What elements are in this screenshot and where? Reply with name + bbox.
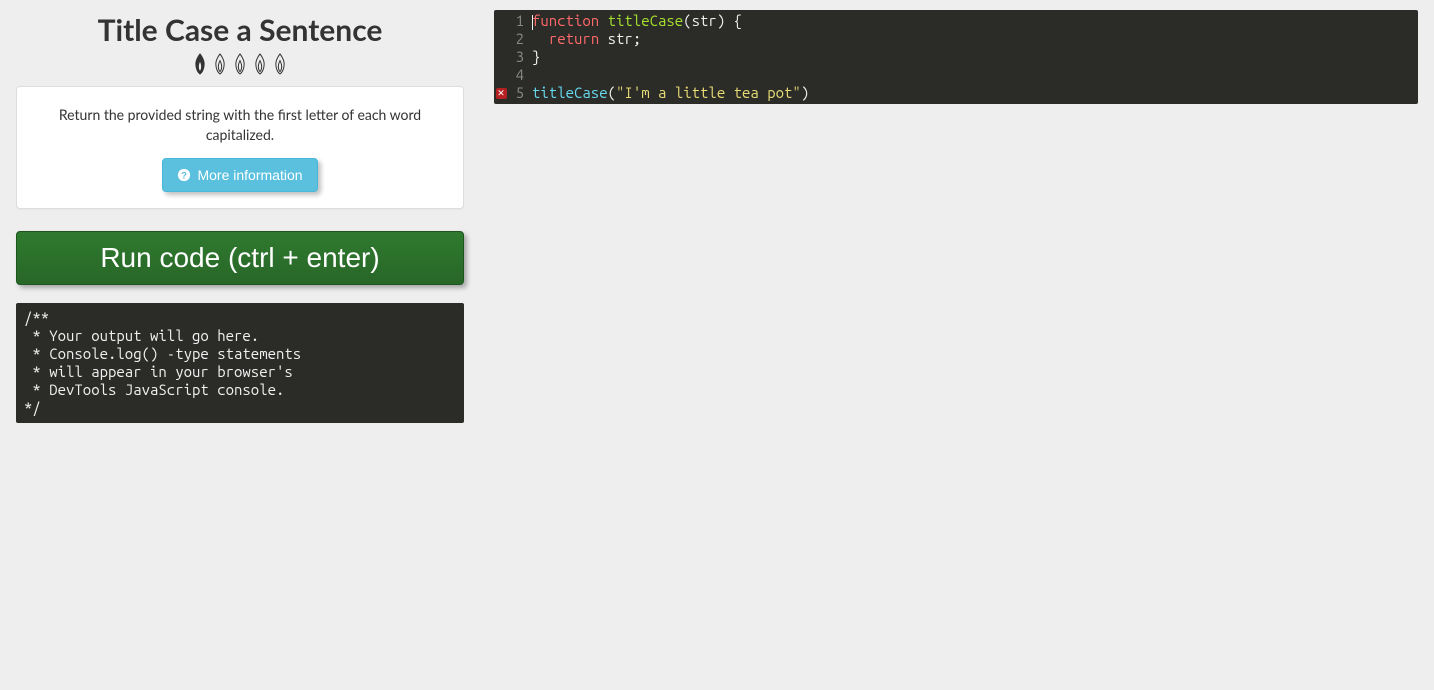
gutter-marker: ✕ — [494, 84, 508, 102]
code-token — [532, 30, 549, 47]
code-token: } — [532, 48, 540, 65]
code-token: ( — [683, 12, 691, 29]
code-content[interactable]: return str; — [528, 30, 641, 48]
code-token: "I'm a little tea pot" — [616, 84, 801, 101]
code-token: str — [608, 30, 633, 47]
code-content[interactable]: function titleCase(str) { — [528, 12, 742, 30]
code-token: return — [549, 30, 608, 47]
code-token: ( — [608, 84, 616, 101]
code-content[interactable]: } — [528, 48, 540, 66]
svg-text:?: ? — [182, 171, 188, 182]
code-token: ; — [633, 30, 641, 47]
code-content[interactable]: titleCase("I'm a little tea pot") — [528, 84, 809, 102]
help-icon: ? — [177, 168, 191, 182]
challenge-title: Title Case a Sentence — [16, 12, 464, 48]
difficulty-flames — [16, 52, 464, 76]
code-editor[interactable]: 1function titleCase(str) {2 return str;3… — [494, 10, 1418, 104]
description-panel: Return the provided string with the firs… — [16, 86, 464, 209]
line-number: 5 — [508, 84, 528, 102]
run-code-button[interactable]: Run code (ctrl + enter) — [16, 231, 464, 285]
flame-icon — [250, 52, 270, 76]
code-line[interactable]: 4 — [494, 66, 1418, 84]
line-number: 2 — [508, 30, 528, 48]
output-console: /** * Your output will go here. * Consol… — [16, 303, 464, 423]
flame-icon — [230, 52, 250, 76]
code-token: ) { — [717, 12, 742, 29]
flame-icon — [270, 52, 290, 76]
error-icon: ✕ — [496, 88, 507, 99]
line-number: 1 — [508, 12, 528, 30]
code-token: titleCase — [608, 12, 684, 29]
more-info-button[interactable]: ? More information — [162, 158, 317, 192]
code-token: str — [692, 12, 717, 29]
line-number: 4 — [508, 66, 528, 84]
flame-icon — [190, 52, 210, 76]
code-line[interactable]: ✕5titleCase("I'm a little tea pot") — [494, 84, 1418, 102]
code-line[interactable]: 3} — [494, 48, 1418, 66]
more-info-label: More information — [197, 167, 302, 183]
code-line[interactable]: 2 return str; — [494, 30, 1418, 48]
code-line[interactable]: 1function titleCase(str) { — [494, 12, 1418, 30]
challenge-description: Return the provided string with the firs… — [33, 105, 447, 144]
line-number: 3 — [508, 48, 528, 66]
flame-icon — [210, 52, 230, 76]
code-token: function — [532, 12, 608, 29]
code-token: ) — [801, 84, 809, 101]
code-token: titleCase — [532, 84, 608, 101]
